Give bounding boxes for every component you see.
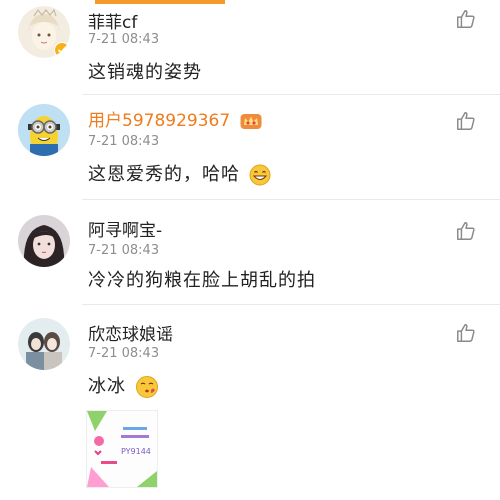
- laughing-emoji-icon: [249, 164, 271, 186]
- divider: [82, 199, 500, 200]
- kissing-emoji-icon: [135, 376, 158, 398]
- attachment-code: PY9144: [121, 447, 151, 456]
- thumbs-up-icon[interactable]: [455, 220, 477, 242]
- attachment-image[interactable]: PY9144: [86, 410, 158, 488]
- username[interactable]: 欣恋球娘谣: [88, 320, 173, 345]
- avatar[interactable]: [18, 6, 70, 58]
- avatar[interactable]: [18, 215, 70, 267]
- timestamp: 7-21 08:43: [88, 32, 160, 47]
- comment-text-content: 这恩爱秀的，哈哈: [88, 164, 240, 185]
- username[interactable]: 菲菲cf: [88, 8, 137, 33]
- avatar[interactable]: [18, 318, 70, 370]
- verified-badge-icon: [54, 42, 70, 58]
- divider: [82, 304, 500, 305]
- comment-text-content: 冰冰: [88, 376, 126, 397]
- avatar[interactable]: [18, 104, 70, 156]
- comment-text: 冷冷的狗粮在脸上胡乱的拍: [88, 270, 316, 291]
- crown-badge-icon: [240, 114, 262, 129]
- active-tab-indicator: [95, 0, 225, 4]
- timestamp: 7-21 08:43: [88, 134, 160, 149]
- divider: [82, 94, 500, 95]
- timestamp: 7-21 08:43: [88, 243, 160, 258]
- thumbs-up-icon[interactable]: [455, 322, 477, 344]
- thumbs-up-icon[interactable]: [455, 8, 477, 30]
- username[interactable]: 阿寻啊宝-: [88, 216, 162, 241]
- username-text[interactable]: 用户5978929367: [88, 111, 230, 131]
- comment-text: 冰冰: [88, 372, 159, 399]
- comment-text: 这销魂的姿势: [88, 62, 202, 83]
- thumbs-up-icon[interactable]: [455, 110, 477, 132]
- timestamp: 7-21 08:43: [88, 346, 160, 361]
- username[interactable]: 用户5978929367: [88, 106, 262, 131]
- comment-text: 这恩爱秀的，哈哈: [88, 160, 271, 186]
